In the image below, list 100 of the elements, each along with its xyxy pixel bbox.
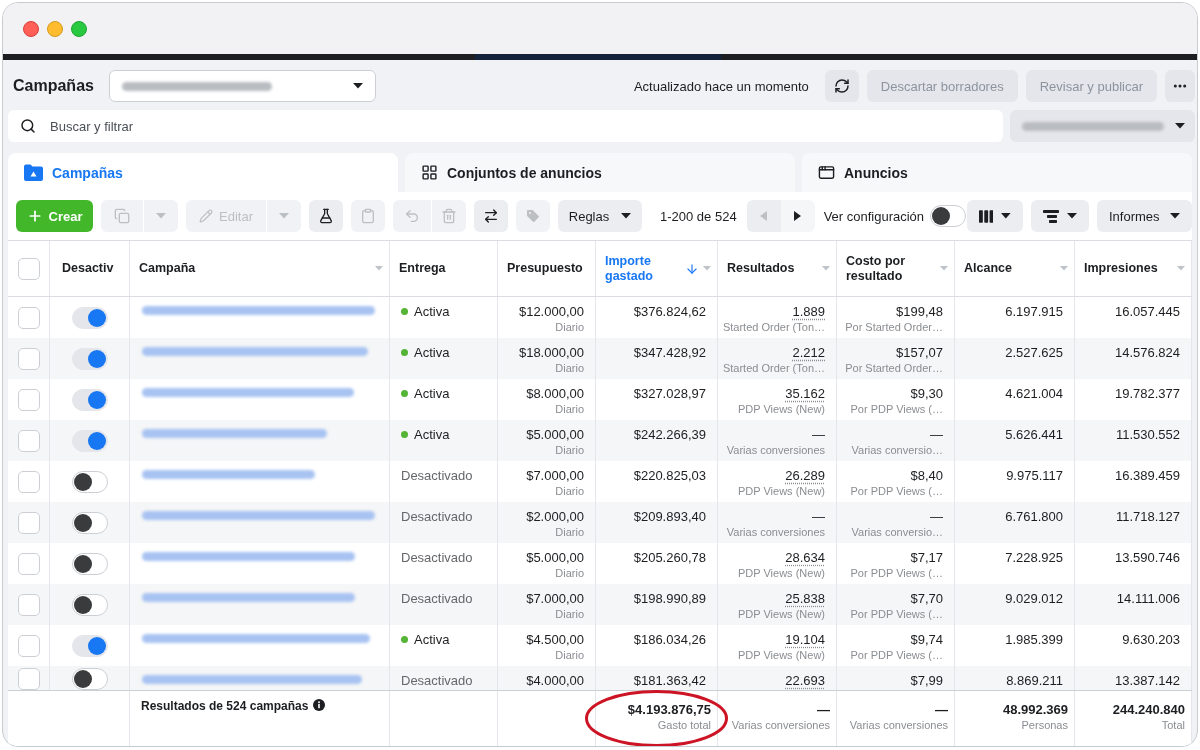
grid-icon	[421, 164, 438, 181]
toggle-switch[interactable]	[930, 205, 967, 227]
caret-icon	[1175, 123, 1185, 129]
toggle-switch[interactable]	[71, 634, 108, 657]
reports-dropdown[interactable]: Informes	[1097, 200, 1192, 232]
checkbox[interactable]	[17, 593, 40, 616]
result-count: 26.289	[785, 467, 825, 484]
impressions-count: 14.111.006	[1116, 590, 1180, 607]
checkbox[interactable]	[17, 257, 40, 280]
checkbox[interactable]	[17, 552, 40, 575]
amount-spent: $186.034,26	[633, 631, 706, 648]
rules-dropdown[interactable]: Reglas	[558, 200, 642, 232]
status-label: Activa	[414, 303, 450, 320]
reach-count: 9.029.012	[1005, 590, 1063, 607]
trash-icon	[441, 208, 457, 224]
toggle-switch[interactable]	[71, 668, 108, 690]
toggle-switch[interactable]	[71, 347, 108, 370]
budget-amount: $7.000,00	[526, 590, 584, 607]
impressions-count: 11.530.552	[1115, 426, 1180, 443]
result-count: 28.634	[785, 549, 825, 566]
tab[interactable]: Campañas	[8, 153, 398, 192]
window-maximize-icon[interactable]	[71, 20, 87, 37]
column-header[interactable]: Costo por resultado	[846, 253, 936, 284]
toggle-switch[interactable]	[71, 388, 108, 411]
cost-per-result: $9,74	[910, 631, 943, 648]
budget-amount: $4.500,00	[526, 631, 584, 648]
amount-spent: $347.428,92	[633, 344, 706, 361]
cost-per-result: —	[930, 426, 943, 443]
toggle-switch[interactable]	[71, 593, 108, 616]
refresh-button[interactable]	[824, 70, 859, 102]
cost-per-result: $7,70	[910, 590, 943, 607]
column-header[interactable]: Resultados	[727, 261, 818, 276]
caret-right-icon	[794, 211, 802, 221]
next-page-button[interactable]	[780, 200, 815, 232]
amount-spent: $327.028,97	[633, 385, 706, 402]
reach-count: 9.975.117	[1006, 467, 1063, 484]
status-dot-icon	[401, 308, 408, 315]
toggle-switch[interactable]	[71, 470, 108, 493]
window-icon	[818, 164, 835, 181]
amount-spent: $198.990,89	[633, 590, 706, 607]
budget-amount: $18.000,00	[518, 344, 584, 361]
column-header[interactable]: Presupuesto	[507, 261, 589, 276]
toggle-switch[interactable]	[71, 306, 108, 329]
column-header[interactable]: Alcance	[964, 261, 1056, 276]
checkbox[interactable]	[17, 388, 40, 411]
swap-button[interactable]	[474, 200, 508, 232]
caret-icon	[156, 213, 166, 219]
toggle-switch[interactable]	[71, 429, 108, 452]
status-dot-icon	[401, 349, 408, 356]
caret-left-icon	[760, 211, 768, 221]
checkbox[interactable]	[17, 511, 40, 534]
status-label: Activa	[414, 631, 450, 648]
amount-spent: $376.824,62	[633, 303, 706, 320]
cost-type: Varias conversio…	[851, 443, 943, 458]
toggle-switch[interactable]	[71, 552, 108, 575]
total-reach: 48.992.369	[1002, 701, 1068, 718]
caret-icon	[1067, 213, 1077, 219]
cost-type: Por Started Order…	[845, 361, 943, 376]
budget-amount: $5.000,00	[526, 549, 584, 566]
result-count: 2.212	[792, 344, 825, 361]
account-dropdown[interactable]	[108, 70, 376, 102]
checkbox[interactable]	[17, 347, 40, 370]
undo-icon	[404, 208, 420, 224]
reach-count: 6.197.915	[1005, 303, 1063, 320]
column-header[interactable]: Campaña	[139, 261, 371, 276]
updated-status-text: Actualizado hace un momento	[633, 78, 809, 94]
toggle-switch[interactable]	[71, 511, 108, 534]
total-results-label: Varias conversiones	[731, 718, 830, 733]
column-header[interactable]: Impresiones	[1084, 261, 1173, 276]
more-button[interactable]	[1165, 70, 1195, 102]
page-title: Campañas	[13, 77, 94, 95]
column-header[interactable]: Desactiv	[62, 261, 123, 276]
reach-count: 1.985.399	[1005, 631, 1063, 648]
checkbox[interactable]	[17, 429, 40, 452]
date-range-dropdown[interactable]	[1010, 110, 1195, 142]
flask-button[interactable]	[309, 200, 343, 232]
checkbox[interactable]	[17, 668, 40, 690]
budget-period: Diario	[555, 607, 584, 622]
checkbox[interactable]	[17, 306, 40, 329]
window-close-icon[interactable]	[23, 20, 39, 37]
checkbox[interactable]	[17, 470, 40, 493]
reach-count: 7.228.925	[1005, 549, 1063, 566]
checkbox[interactable]	[17, 634, 40, 657]
result-type: PDP Views (New)	[738, 402, 825, 417]
status-label: Desactivado	[401, 508, 473, 525]
column-header[interactable]: Entrega	[399, 261, 491, 276]
column-header[interactable]: Importe gastado	[605, 253, 681, 284]
columns-button[interactable]	[967, 200, 1023, 232]
result-count: —	[812, 426, 825, 443]
search-field[interactable]: Buscar y filtrar	[8, 110, 1003, 142]
total-results: —	[817, 701, 830, 718]
tab[interactable]: Conjuntos de anuncios	[405, 153, 795, 192]
breakdown-button[interactable]	[1031, 200, 1089, 232]
budget-amount: $12.000,00	[518, 303, 584, 320]
window-minimize-icon[interactable]	[47, 20, 63, 37]
budget-period: Diario	[555, 443, 584, 458]
caret-icon	[1170, 213, 1180, 219]
result-count: 19.104	[785, 631, 825, 648]
tab[interactable]: Anuncios	[802, 153, 1192, 192]
refresh-icon	[833, 78, 850, 94]
